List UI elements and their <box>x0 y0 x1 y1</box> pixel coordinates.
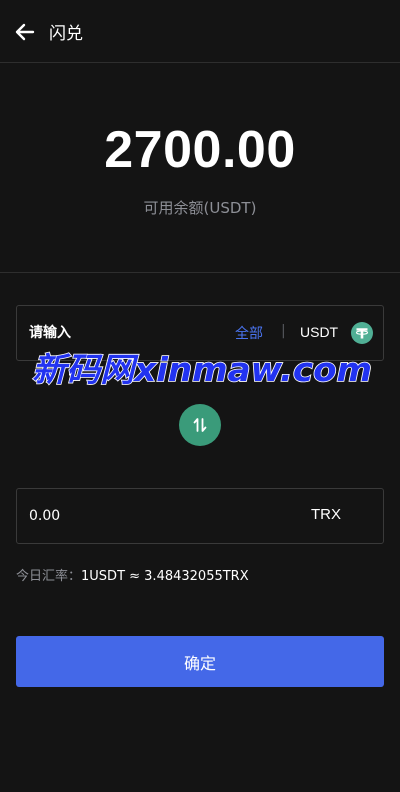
watermark-text: 新码网xinmaw.com <box>32 350 372 389</box>
section-divider <box>0 272 400 273</box>
confirm-button[interactable]: 确定 <box>16 636 384 687</box>
available-balance-label: 可用余额(USDT) <box>143 199 257 217</box>
swap-arrows-icon <box>193 418 207 432</box>
all-amount-button[interactable]: 全部 <box>235 323 263 343</box>
from-currency-label: USDT <box>300 324 339 340</box>
to-amount-input[interactable] <box>29 489 219 543</box>
app-header: 闪兑 <box>0 0 400 63</box>
swap-direction-button[interactable] <box>179 404 221 446</box>
available-balance-amount: 2700.00 <box>104 121 296 179</box>
watermark: 新码网xinmaw.com <box>31 349 373 390</box>
back-button[interactable] <box>12 20 38 44</box>
field-separator: | <box>281 323 286 339</box>
to-currency-label: TRX <box>311 506 341 523</box>
exchange-rate-value: 1USDT ≈ 3.48432055TRX <box>81 569 249 584</box>
exchange-rate-label: 今日汇率： <box>16 569 82 584</box>
to-amount-field: TRX <box>16 488 384 544</box>
arrow-left-icon <box>15 23 35 41</box>
page-title: 闪兑 <box>49 24 83 44</box>
exchange-rate: 今日汇率：1USDT ≈ 3.48432055TRX <box>16 565 249 584</box>
tether-icon <box>351 322 373 344</box>
